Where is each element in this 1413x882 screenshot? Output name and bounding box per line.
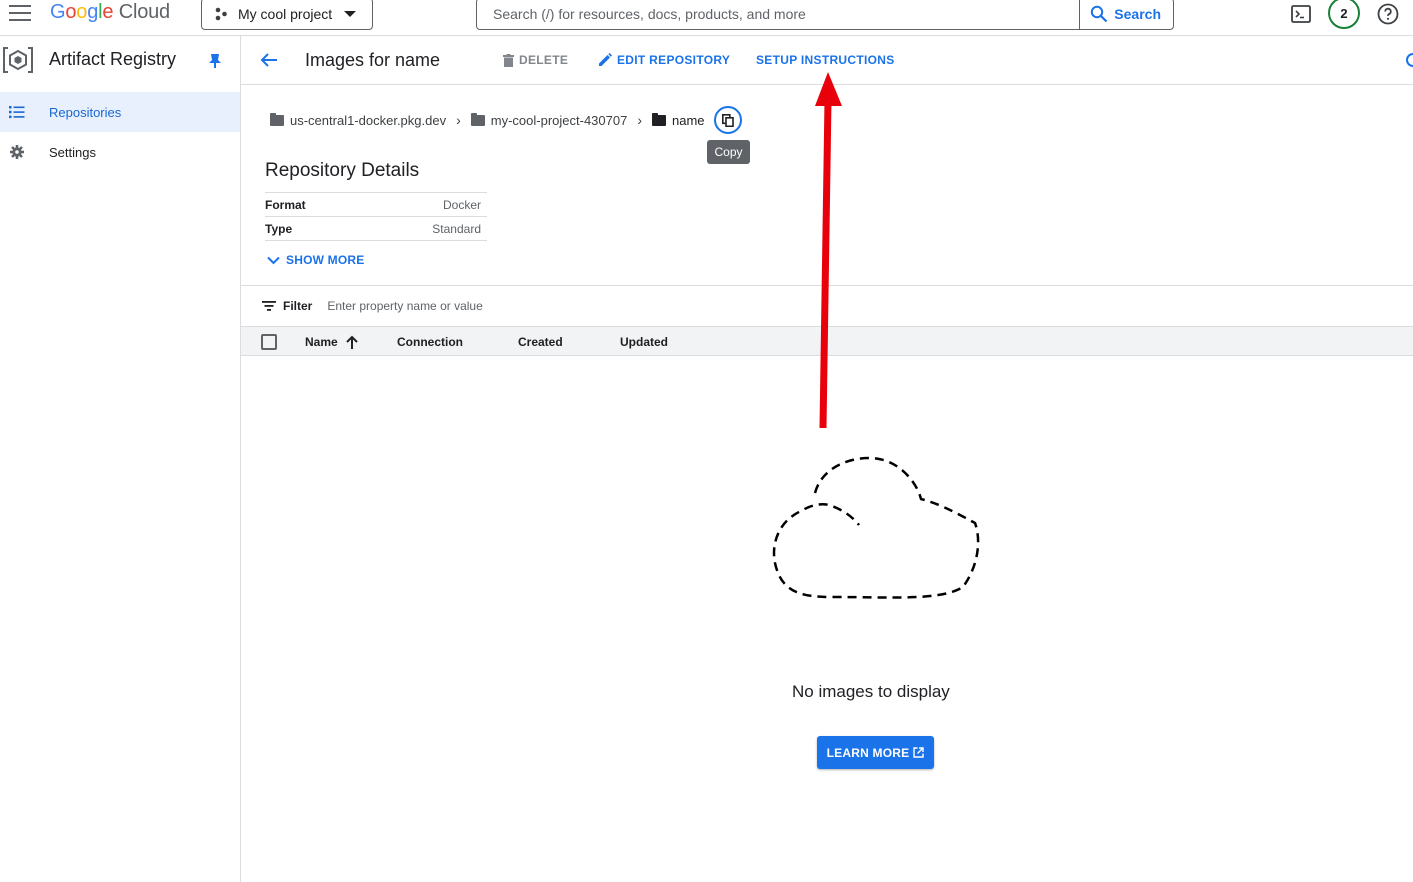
folder-icon (470, 112, 485, 126)
sidebar-item-label: Repositories (49, 104, 122, 120)
learn-more-button[interactable]: LEARN MORE (817, 736, 934, 769)
copy-button[interactable] (714, 106, 742, 134)
chevron-down-icon (267, 256, 280, 264)
artifact-registry-icon (3, 47, 33, 73)
search-bar[interactable]: Search (/) for resources, docs, products… (476, 0, 1174, 30)
details-key: Type (265, 221, 293, 236)
folder-icon (270, 112, 284, 126)
project-icon (215, 7, 227, 21)
column-header-name[interactable]: Name (305, 335, 338, 349)
main-content: Images for name DELETE EDIT REPOSITORY S… (241, 36, 1413, 882)
column-header-updated[interactable]: Updated (620, 335, 668, 349)
learn-more-label: LEARN MORE (826, 745, 910, 760)
details-key: Format (265, 197, 306, 212)
pencil-icon (599, 53, 612, 66)
filter-label: Filter (262, 299, 312, 313)
repository-details-table: Format Docker Type Standard (265, 192, 487, 241)
table-header: Name Connection Created Updated (241, 326, 1413, 356)
breadcrumb-repo-label: name (672, 112, 705, 128)
sidebar-item-label: Settings (49, 144, 96, 160)
refresh-icon[interactable] (1405, 52, 1413, 68)
details-value: Docker (442, 197, 481, 212)
cloud-shell-icon[interactable] (1289, 2, 1313, 26)
column-header-connection[interactable]: Connection (397, 335, 463, 349)
show-more-label: SHOW MORE (286, 253, 365, 267)
delete-button[interactable]: DELETE (503, 53, 568, 67)
select-all-checkbox[interactable] (261, 334, 277, 350)
list-icon (9, 106, 25, 119)
back-arrow-icon[interactable] (260, 52, 278, 68)
pin-icon[interactable] (208, 53, 222, 69)
delete-label: DELETE (519, 53, 569, 67)
breadcrumb-location[interactable]: us-central1-docker.pkg.dev (270, 112, 447, 128)
sidebar-item-repositories[interactable]: Repositories (0, 92, 240, 132)
column-header-created[interactable]: Created (518, 335, 563, 349)
action-bar: Images for name DELETE EDIT REPOSITORY S… (241, 36, 1413, 85)
copy-icon (722, 113, 734, 127)
repository-details-title: Repository Details (265, 160, 420, 181)
top-bar: Google Cloud My cool project Search (/) … (0, 0, 1413, 36)
logo-cloud-text: Cloud (118, 1, 170, 23)
external-link-icon (913, 747, 925, 758)
setup-instructions-button[interactable]: SETUP INSTRUCTIONS (756, 53, 895, 67)
empty-cloud-illustration (772, 456, 980, 599)
gear-icon (10, 145, 24, 159)
show-more-button[interactable]: SHOW MORE (267, 253, 364, 267)
details-row: Type Standard (265, 217, 487, 241)
menu-icon[interactable] (9, 5, 31, 21)
chevron-right-icon: › (637, 112, 643, 128)
sidebar-item-settings[interactable]: Settings (0, 132, 240, 172)
help-icon[interactable] (1376, 2, 1400, 26)
caret-down-icon (344, 11, 357, 17)
notifications-badge[interactable]: 2 (1328, 0, 1360, 29)
copy-tooltip: Copy (707, 140, 750, 164)
breadcrumb-location-label: us-central1-docker.pkg.dev (290, 112, 447, 128)
folder-icon (652, 112, 667, 126)
filter-icon (262, 301, 276, 311)
filter-label-text: Filter (283, 299, 313, 313)
search-input[interactable]: Search (/) for resources, docs, products… (477, 6, 1079, 22)
search-button[interactable]: Search (1079, 0, 1173, 29)
filter-input[interactable]: Enter property name or value (327, 299, 482, 313)
breadcrumb-project[interactable]: my-cool-project-430707 (470, 112, 628, 128)
project-picker[interactable]: My cool project (201, 0, 373, 30)
breadcrumb: us-central1-docker.pkg.dev › my-cool-pro… (270, 112, 705, 128)
sort-arrow-up-icon[interactable] (346, 335, 358, 349)
setup-instructions-label: SETUP INSTRUCTIONS (756, 53, 895, 67)
breadcrumb-project-label: my-cool-project-430707 (490, 112, 628, 128)
details-row: Format Docker (265, 193, 487, 217)
empty-state-message: No images to display (792, 682, 950, 701)
filter-bar: Filter Enter property name or value (241, 285, 1413, 326)
google-cloud-logo[interactable]: Google Cloud (50, 1, 170, 24)
page-title: Images for name (305, 50, 441, 70)
breadcrumb-repo: name (652, 112, 705, 128)
sidebar: Artifact Registry Repositories Settings (0, 36, 241, 882)
edit-repository-label: EDIT REPOSITORY (617, 53, 731, 67)
details-value: Standard (432, 221, 481, 236)
sidebar-header: Artifact Registry (0, 36, 240, 84)
project-name: My cool project (238, 6, 333, 22)
search-icon (1091, 5, 1108, 23)
search-button-label: Search (1114, 6, 1161, 22)
trash-icon (503, 53, 514, 67)
product-title: Artifact Registry (49, 49, 177, 69)
chevron-right-icon: › (456, 112, 461, 128)
edit-repository-button[interactable]: EDIT REPOSITORY (598, 53, 730, 67)
